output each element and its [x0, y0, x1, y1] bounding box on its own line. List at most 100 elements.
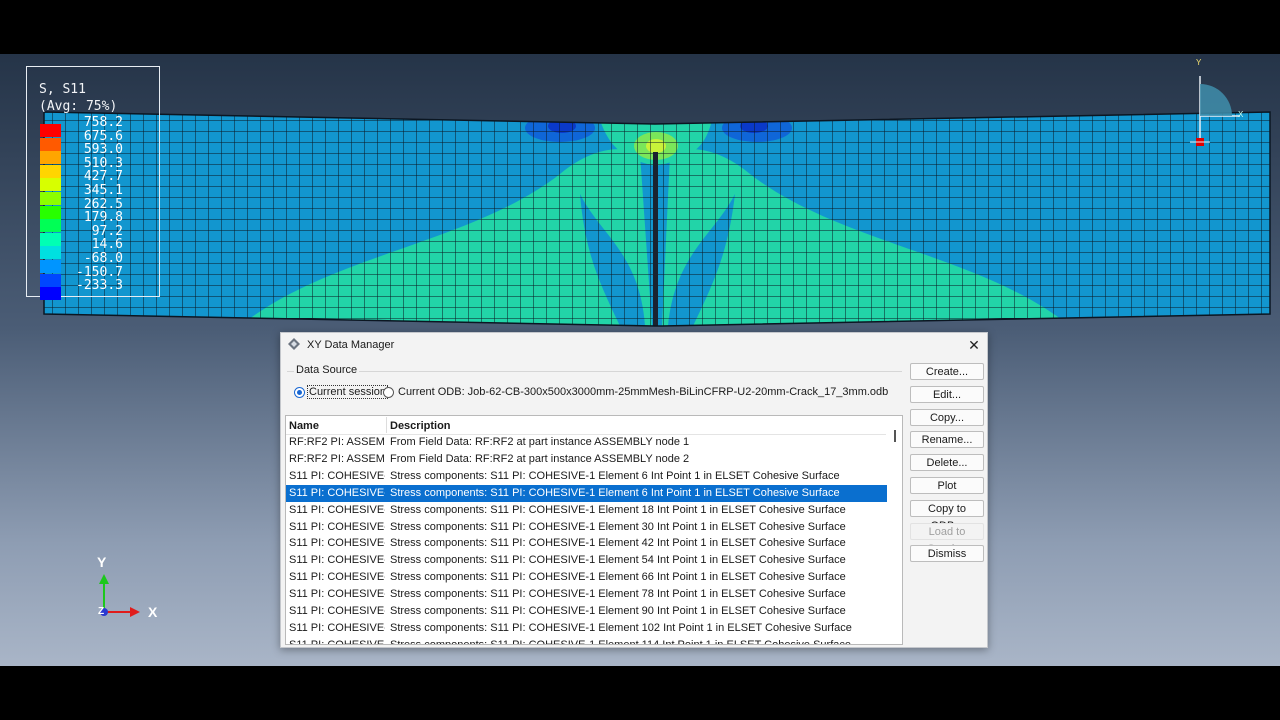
- list-row[interactable]: RF:RF2 PI: ASSEMBLY N From Field Data: RF…: [286, 451, 887, 468]
- legend-value: 345.1: [83, 183, 123, 198]
- legend-value: -68.0: [83, 251, 123, 266]
- list-row[interactable]: S11 PI: COHESIVE-1 E: Stress components: …: [286, 468, 887, 485]
- list-row[interactable]: S11 PI: COHESIVE-1 E: Stress components: …: [286, 569, 887, 586]
- scrollbar-thumb[interactable]: [894, 430, 896, 442]
- row-name: S11 PI: COHESIVE-1 E:: [289, 554, 385, 567]
- current-session-radio[interactable]: [294, 387, 305, 398]
- legend-swatch: [40, 124, 61, 137]
- create-button[interactable]: Create...: [910, 363, 984, 380]
- legend-swatch: [40, 219, 61, 233]
- row-name: S11 PI: COHESIVE-1 E:: [289, 520, 385, 533]
- dismiss-button[interactable]: Dismiss: [910, 545, 984, 563]
- column-header-description[interactable]: Description: [390, 420, 451, 432]
- current-odb-radio[interactable]: [383, 387, 394, 398]
- row-description: Stress components: S11 PI: COHESIVE-1 El…: [390, 588, 846, 601]
- list-row[interactable]: S11 PI: COHESIVE-1 E: Stress components: …: [286, 484, 887, 502]
- row-description: From Field Data: RF:RF2 at part instance…: [390, 452, 690, 465]
- row-description: Stress components: S11 PI: COHESIVE-1 El…: [390, 520, 846, 533]
- legend-value: -150.7: [76, 264, 123, 280]
- row-description: Stress components: S11 PI: COHESIVE-1 El…: [390, 605, 846, 617]
- row-name: RF:RF2 PI: ASSEMBLY N: [289, 452, 385, 465]
- row-name: S11 PI: COHESIVE-1 E:: [289, 537, 385, 550]
- row-name: RF:RF2 PI: ASSEMBLY N: [289, 436, 385, 448]
- legend-value: 262.5: [83, 196, 123, 212]
- view-compass-icon: [1190, 76, 1240, 146]
- current-odb-label[interactable]: Current ODB: Job-62-CB-300x500x3000mm-25…: [398, 386, 888, 398]
- list-header: Name Description: [286, 416, 886, 435]
- legend-value: 593.0: [83, 142, 123, 158]
- row-description: Stress components: S11 PI: COHESIVE-1 El…: [390, 469, 840, 482]
- list-row[interactable]: S11 PI: COHESIVE-1 E: Stress components: …: [286, 620, 887, 637]
- row-name: S11 PI: COHESIVE-1 E:: [289, 469, 385, 482]
- legend-value: 510.3: [83, 155, 123, 171]
- row-name: S11 PI: COHESIVE-1 E:: [289, 638, 385, 645]
- row-name: S11 PI: COHESIVE-1 E:: [289, 605, 385, 617]
- load-to-session-button: Load to Session: [910, 522, 984, 555]
- triad-y-label: Y: [97, 554, 107, 570]
- dialog-titlebar[interactable]: XY Data Manager ✕: [281, 333, 987, 357]
- rename-button[interactable]: Rename...: [910, 431, 984, 449]
- close-button[interactable]: ✕: [965, 336, 983, 354]
- list-row[interactable]: S11 PI: COHESIVE-1 E: Stress components: …: [286, 603, 887, 620]
- list-row[interactable]: RF:RF2 PI: ASSEMBLY N From Field Data: RF…: [286, 434, 887, 451]
- xy-data-list[interactable]: Name Description RF:RF2 PI: ASSEMBLY N Fr…: [285, 415, 903, 645]
- row-name: S11 PI: COHESIVE-1 E:: [289, 486, 385, 499]
- legend-swatch: [40, 151, 61, 165]
- legend-swatch: [40, 192, 61, 205]
- row-description: Stress components: S11 PI: COHESIVE-1 El…: [390, 486, 840, 499]
- view-compass[interactable]: Y X: [1184, 58, 1254, 165]
- legend-value: 758.2: [83, 115, 123, 130]
- row-description: From Field Data: RF:RF2 at part instance…: [390, 436, 690, 448]
- legend-averaging: (Avg: 75%): [39, 99, 118, 114]
- plot-button[interactable]: Plot: [910, 477, 984, 494]
- legend-swatch: [40, 260, 61, 273]
- edit-button[interactable]: Edit...: [910, 385, 984, 403]
- legend-value: 427.7: [83, 169, 123, 185]
- legend-swatch: [40, 178, 61, 192]
- row-description: Stress components: S11 PI: COHESIVE-1 El…: [390, 571, 846, 584]
- row-name: S11 PI: COHESIVE-1 E:: [289, 588, 385, 601]
- legend-title: S, S11: [39, 82, 86, 97]
- legend-value: -233.3: [76, 278, 123, 294]
- legend-swatch: [40, 164, 61, 178]
- legend-swatch: [40, 273, 61, 287]
- xy-data-manager-dialog: XY Data Manager ✕ Data Source Current se…: [280, 332, 988, 648]
- compass-x-label: X: [1238, 110, 1244, 119]
- delete-button[interactable]: Delete...: [910, 454, 984, 472]
- current-session-label[interactable]: Current session: [307, 385, 389, 399]
- legend-value: 179.8: [83, 210, 123, 226]
- row-description: Stress components: S11 PI: COHESIVE-1 El…: [390, 621, 852, 634]
- copy-button[interactable]: Copy...: [910, 408, 984, 426]
- legend-value: 14.6: [91, 237, 123, 253]
- legend-swatch: [40, 287, 61, 301]
- contour-legend: S, S11 (Avg: 75%) 758.2 675.6 593.0 510.3 42…: [26, 66, 160, 301]
- list-row[interactable]: S11 PI: COHESIVE-1 E: Stress components: …: [286, 586, 887, 603]
- list-row[interactable]: S11 PI: COHESIVE-1 E: Stress components: …: [286, 502, 887, 519]
- dialog-title: XY Data Manager: [307, 339, 395, 351]
- legend-swatch: [40, 137, 61, 151]
- row-name: S11 PI: COHESIVE-1 E:: [289, 503, 385, 516]
- triad-z-label: Z: [98, 606, 105, 617]
- triad-x-label: X: [148, 604, 158, 620]
- list-row[interactable]: S11 PI: COHESIVE-1 E: Stress components: …: [286, 519, 887, 536]
- legend-swatch: [40, 232, 61, 246]
- row-name: S11 PI: COHESIVE-1 E:: [289, 621, 385, 634]
- app-icon: [288, 338, 300, 350]
- column-divider[interactable]: [386, 417, 387, 433]
- copy-to-odb-button[interactable]: Copy to ODB...: [910, 499, 984, 532]
- list-row[interactable]: S11 PI: COHESIVE-1 E: Stress components: …: [286, 552, 887, 569]
- data-source-label: Data Source: [294, 364, 360, 376]
- compass-y-label: Y: [1196, 58, 1202, 67]
- row-name: S11 PI: COHESIVE-1 E:: [289, 571, 385, 584]
- legend-swatch: [40, 246, 61, 260]
- list-row[interactable]: S11 PI: COHESIVE-1 E: Stress components: …: [286, 535, 887, 552]
- global-axis-triad: Y X Z: [92, 554, 172, 624]
- list-row[interactable]: S11 PI: COHESIVE-1 E: Stress components: …: [286, 637, 887, 645]
- row-description: Stress components: S11 PI: COHESIVE-1 El…: [390, 503, 846, 516]
- row-description: Stress components: S11 PI: COHESIVE-1 El…: [390, 554, 846, 567]
- row-description: Stress components: S11 PI: COHESIVE-1 El…: [390, 537, 846, 550]
- legend-value: 97.2: [91, 223, 123, 239]
- legend-swatch: [40, 205, 61, 219]
- column-header-name[interactable]: Name: [289, 420, 319, 432]
- legend-value: 675.6: [83, 128, 123, 144]
